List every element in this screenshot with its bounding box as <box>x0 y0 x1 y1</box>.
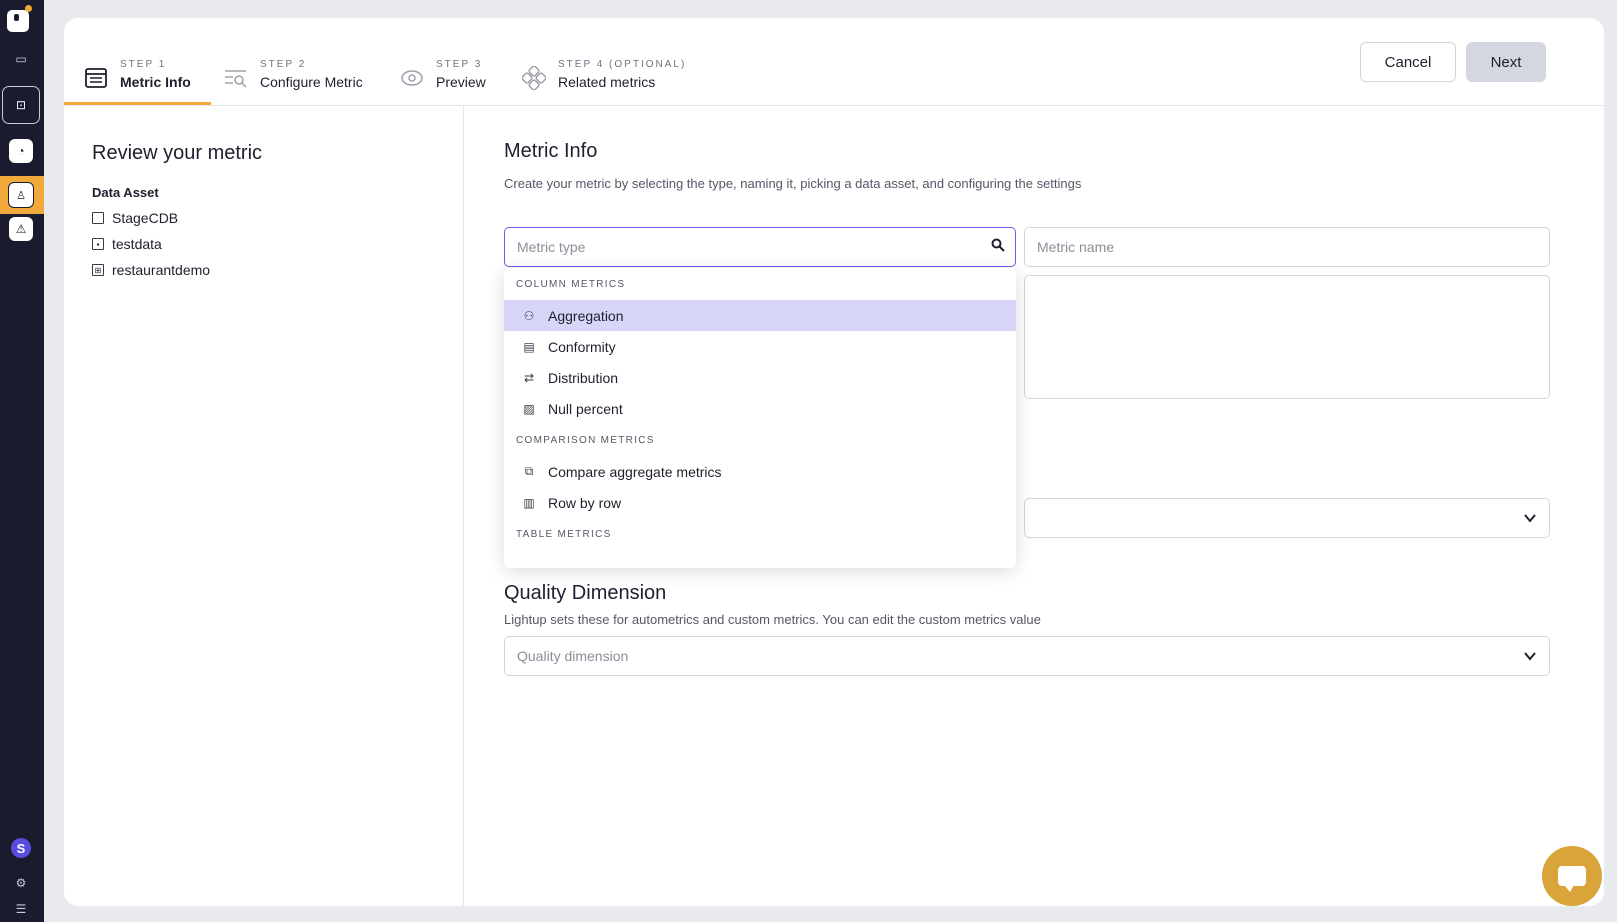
step-name: Configure Metric <box>260 74 363 90</box>
settings-select[interactable] <box>1024 498 1550 538</box>
step-1[interactable]: STEP 1 Metric Info <box>84 58 191 106</box>
asset-item: ▪ testdata <box>92 236 435 252</box>
metric-type-dropdown: COLUMN METRICS ⚇ Aggregation ▤ Conformit… <box>504 268 1016 568</box>
catalog-icon: ♙ <box>8 182 34 208</box>
metric-info-form: Metric Info Create your metric by select… <box>504 106 1564 906</box>
left-nav-rail: ▭ ⊡ ◔ ♙ ⚠ S ⚙ ☰ <box>0 0 44 922</box>
quality-dimension-placeholder: Quality dimension <box>517 648 629 664</box>
search-icon <box>991 238 1005 252</box>
option-label: Compare aggregate metrics <box>548 463 722 480</box>
metric-name-input[interactable]: Metric name <box>1024 227 1550 267</box>
table-icon: ⊞ <box>92 264 104 276</box>
eye-icon <box>400 66 424 90</box>
metric-type-input[interactable]: Metric type <box>504 227 1016 267</box>
dropdown-group-label: COMPARISON METRICS <box>516 434 655 446</box>
option-label: Null percent <box>548 400 623 417</box>
cancel-button[interactable]: Cancel <box>1360 42 1456 82</box>
quality-dimension-select[interactable]: Quality dimension <box>504 636 1550 676</box>
database-icon <box>92 212 104 224</box>
option-label: Row by row <box>548 494 622 511</box>
avatar[interactable]: S <box>11 838 31 858</box>
step-label: STEP 3 <box>436 59 483 70</box>
stepper: STEP 1 Metric Info STEP 2 Configure Metr… <box>64 18 1604 106</box>
dropdown-option-distribution[interactable]: ⇄ Distribution <box>504 362 1016 393</box>
option-label: Distribution <box>548 369 619 386</box>
asset-name: StageCDB <box>112 210 179 226</box>
incidents-icon[interactable]: ⚠ <box>9 217 33 241</box>
dropdown-option-conformity[interactable]: ▤ Conformity <box>504 331 1016 362</box>
collapse-menu-icon[interactable]: ☰ <box>8 896 34 922</box>
step-name: Preview <box>436 74 486 90</box>
step-label: STEP 1 <box>120 59 167 70</box>
chevron-down-icon <box>1524 652 1536 661</box>
metric-name-placeholder: Metric name <box>1037 239 1115 255</box>
step-3[interactable]: STEP 3 Preview <box>400 58 486 106</box>
dropdown-option-compare-aggregate[interactable]: ⧉ Compare aggregate metrics <box>504 456 1016 487</box>
quality-dimension-description: Lightup sets these for autometrics and c… <box>504 612 1041 627</box>
search-config-icon <box>224 66 248 90</box>
dashboard-icon[interactable]: ◔ <box>9 139 33 163</box>
chat-button[interactable] <box>1542 846 1602 906</box>
app-logo[interactable] <box>7 5 32 32</box>
step-name: Metric Info <box>120 74 191 90</box>
list-icon <box>84 66 108 90</box>
page-description: Create your metric by selecting the type… <box>504 176 1082 191</box>
page-title: Metric Info <box>504 140 598 162</box>
step-name: Related metrics <box>558 74 656 90</box>
distribution-icon: ⇄ <box>523 370 535 385</box>
gear-icon[interactable]: ⚙ <box>8 870 34 896</box>
step-4[interactable]: STEP 4 (OPTIONAL) Related metrics <box>522 58 686 106</box>
null-percent-icon: ▨ <box>523 401 535 416</box>
related-icon <box>522 66 546 90</box>
asset-name: testdata <box>112 236 162 252</box>
asset-name: restaurantdemo <box>112 262 211 278</box>
review-title: Review your metric <box>92 142 263 164</box>
asset-item: StageCDB <box>92 210 435 226</box>
conformity-icon: ▤ <box>523 339 535 354</box>
schema-icon: ▪ <box>92 238 104 250</box>
quality-dimension-title: Quality Dimension <box>504 582 667 604</box>
asset-item: ⊞ restaurantdemo <box>92 262 435 278</box>
dropdown-group-label: TABLE METRICS <box>516 528 612 540</box>
metric-description-textarea[interactable] <box>1024 275 1550 399</box>
dropdown-group-label: COLUMN METRICS <box>516 278 626 290</box>
metric-type-placeholder: Metric type <box>517 239 586 255</box>
compare-icon: ⧉ <box>524 464 534 478</box>
create-metric-card: STEP 1 Metric Info STEP 2 Configure Metr… <box>64 18 1604 906</box>
active-step-indicator <box>64 102 211 105</box>
row-by-row-icon: ▥ <box>523 495 535 510</box>
aggregation-icon: ⚇ <box>523 308 535 323</box>
dropdown-option-aggregation[interactable]: ⚇ Aggregation <box>504 300 1016 331</box>
step-label: STEP 2 <box>260 59 307 70</box>
data-asset-heading: Data Asset <box>92 185 159 200</box>
dropdown-option-null-percent[interactable]: ▨ Null percent <box>504 393 1016 424</box>
chat-icon <box>1558 866 1586 892</box>
nav-item-catalog[interactable]: ♙ <box>0 176 44 214</box>
option-label: Conformity <box>548 338 616 355</box>
chevron-down-icon <box>1524 514 1536 523</box>
monitor-icon[interactable]: ▭ <box>8 46 34 72</box>
explore-icon[interactable]: ⊡ <box>2 86 40 124</box>
review-panel: Review your metric Data Asset StageCDB ▪… <box>64 106 464 906</box>
option-label: Aggregation <box>548 307 624 324</box>
dropdown-option-row-by-row[interactable]: ▥ Row by row <box>504 487 1016 518</box>
step-label: STEP 4 (OPTIONAL) <box>558 59 687 70</box>
step-2[interactable]: STEP 2 Configure Metric <box>224 58 363 106</box>
next-button[interactable]: Next <box>1466 42 1546 82</box>
